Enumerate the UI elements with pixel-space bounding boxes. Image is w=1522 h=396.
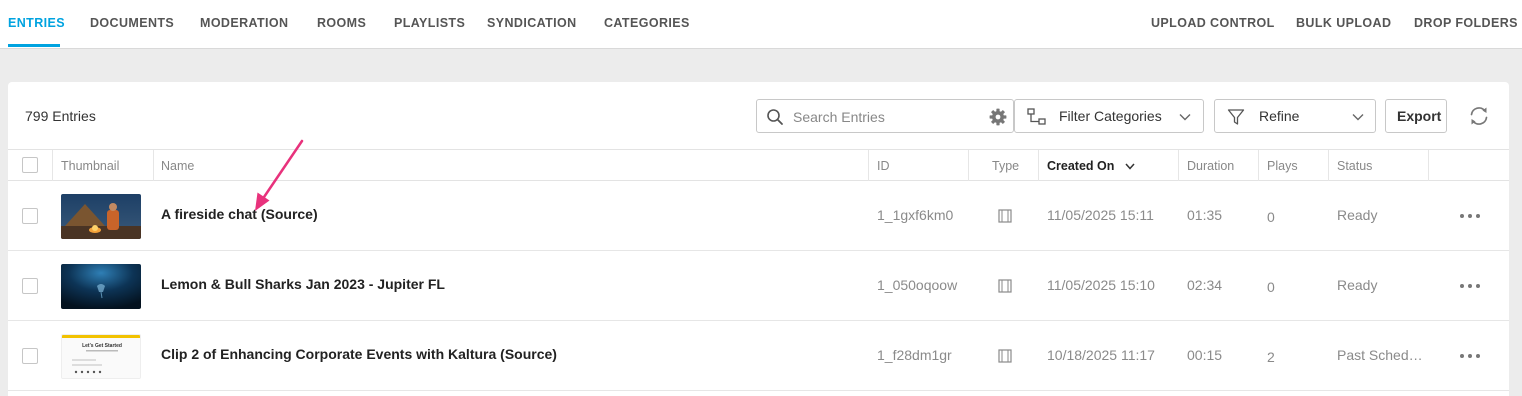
search-box bbox=[756, 99, 1014, 133]
export-label: Export bbox=[1397, 108, 1442, 124]
entry-created-on: 11/05/2025 15:10 bbox=[1047, 277, 1155, 293]
entry-duration: 00:15 bbox=[1187, 347, 1223, 363]
entry-name[interactable]: Clip 2 of Enhancing Corporate Events wit… bbox=[161, 346, 557, 362]
column-header-thumbnail: Thumbnail bbox=[61, 159, 120, 173]
entry-status: Ready bbox=[1337, 277, 1378, 293]
thumbnail-slide-title: Let's Get Started bbox=[82, 343, 122, 349]
entry-duration: 01:35 bbox=[1187, 207, 1223, 223]
entry-name[interactable]: A fireside chat (Source) bbox=[161, 206, 318, 222]
column-divider bbox=[1258, 150, 1259, 181]
column-divider bbox=[52, 150, 53, 181]
entry-duration: 02:34 bbox=[1187, 277, 1223, 293]
tab-categories[interactable]: CATEGORIES bbox=[604, 16, 690, 30]
column-divider bbox=[1328, 150, 1329, 181]
tab-moderation[interactable]: MODERATION bbox=[200, 16, 289, 30]
search-icon bbox=[767, 109, 783, 125]
video-icon bbox=[998, 209, 1012, 223]
table-header: Thumbnail Name ID Type Created On Durati… bbox=[8, 149, 1509, 181]
thumbnail-image[interactable] bbox=[61, 194, 141, 239]
thumbnail-image[interactable]: Let's Get Started bbox=[61, 334, 141, 379]
search-input[interactable] bbox=[793, 107, 973, 127]
column-header-type[interactable]: Type bbox=[992, 159, 1019, 173]
top-navigation: ENTRIES DOCUMENTS MODERATION ROOMS PLAYL… bbox=[0, 0, 1522, 49]
column-divider bbox=[1428, 150, 1429, 181]
entry-id: 1_1gxf6km0 bbox=[877, 207, 954, 223]
row-checkbox[interactable] bbox=[22, 208, 38, 224]
filter-categories-label: Filter Categories bbox=[1059, 108, 1162, 124]
tab-playlists[interactable]: PLAYLISTS bbox=[394, 16, 465, 30]
filter-categories-button[interactable]: Filter Categories bbox=[1014, 99, 1204, 133]
entries-count: 799 Entries bbox=[25, 108, 96, 124]
entry-plays: 0 bbox=[1267, 209, 1275, 225]
sort-descending-icon[interactable] bbox=[1125, 163, 1135, 170]
column-divider bbox=[1038, 150, 1039, 181]
more-actions-icon[interactable] bbox=[1459, 353, 1481, 359]
category-tree-icon bbox=[1027, 108, 1046, 125]
video-icon bbox=[998, 279, 1012, 293]
tab-documents[interactable]: DOCUMENTS bbox=[90, 16, 174, 30]
row-checkbox[interactable] bbox=[22, 348, 38, 364]
video-icon bbox=[998, 349, 1012, 363]
more-actions-icon[interactable] bbox=[1459, 213, 1481, 219]
column-header-plays[interactable]: Plays bbox=[1267, 159, 1298, 173]
tab-upload-control[interactable]: UPLOAD CONTROL bbox=[1151, 16, 1275, 30]
entry-status: Past Sched… bbox=[1337, 347, 1423, 363]
column-divider bbox=[968, 150, 969, 181]
table-row[interactable]: Lemon & Bull Sharks Jan 2023 - Jupiter F… bbox=[8, 251, 1509, 321]
entry-created-on: 11/05/2025 15:11 bbox=[1047, 207, 1154, 223]
entry-status: Ready bbox=[1337, 207, 1378, 223]
column-divider bbox=[868, 150, 869, 181]
tab-drop-folders[interactable]: DROP FOLDERS bbox=[1414, 16, 1518, 30]
table-row[interactable]: A fireside chat (Source) 1_1gxf6km0 11/0… bbox=[8, 181, 1509, 251]
tab-entries[interactable]: ENTRIES bbox=[8, 16, 65, 30]
column-divider bbox=[153, 150, 154, 181]
entry-id: 1_050oqoow bbox=[877, 277, 958, 293]
export-button[interactable]: Export bbox=[1385, 99, 1447, 133]
tab-syndication[interactable]: SYNDICATION bbox=[487, 16, 577, 30]
entry-created-on: 10/18/2025 11:17 bbox=[1047, 347, 1155, 363]
tab-rooms[interactable]: ROOMS bbox=[317, 16, 366, 30]
thumbnail-image[interactable] bbox=[61, 264, 141, 309]
entry-plays: 0 bbox=[1267, 279, 1275, 295]
refresh-icon[interactable] bbox=[1468, 106, 1490, 126]
column-divider bbox=[1178, 150, 1179, 181]
entries-panel: 799 Entries Search Entries Filter Catego… bbox=[8, 82, 1509, 396]
entry-name[interactable]: Lemon & Bull Sharks Jan 2023 - Jupiter F… bbox=[161, 276, 445, 292]
entry-plays: 2 bbox=[1267, 349, 1275, 365]
chevron-down-icon bbox=[1352, 114, 1364, 121]
column-header-status[interactable]: Status bbox=[1337, 159, 1372, 173]
tab-bulk-upload[interactable]: BULK UPLOAD bbox=[1296, 16, 1391, 30]
refine-button[interactable]: Refine bbox=[1214, 99, 1376, 133]
table-row[interactable]: Let's Get Started Clip 2 of Enhancing Co… bbox=[8, 321, 1509, 391]
gear-icon[interactable] bbox=[989, 108, 1007, 126]
column-header-created-on[interactable]: Created On bbox=[1047, 159, 1114, 173]
funnel-icon bbox=[1227, 109, 1245, 125]
select-all-checkbox[interactable] bbox=[22, 157, 38, 173]
chevron-down-icon bbox=[1179, 114, 1191, 121]
column-header-id[interactable]: ID bbox=[877, 159, 890, 173]
refine-label: Refine bbox=[1259, 108, 1300, 124]
active-tab-indicator bbox=[8, 44, 60, 47]
row-checkbox[interactable] bbox=[22, 278, 38, 294]
entry-id: 1_f28dm1gr bbox=[877, 347, 952, 363]
column-header-name[interactable]: Name bbox=[161, 159, 194, 173]
more-actions-icon[interactable] bbox=[1459, 283, 1481, 289]
column-header-duration[interactable]: Duration bbox=[1187, 159, 1234, 173]
